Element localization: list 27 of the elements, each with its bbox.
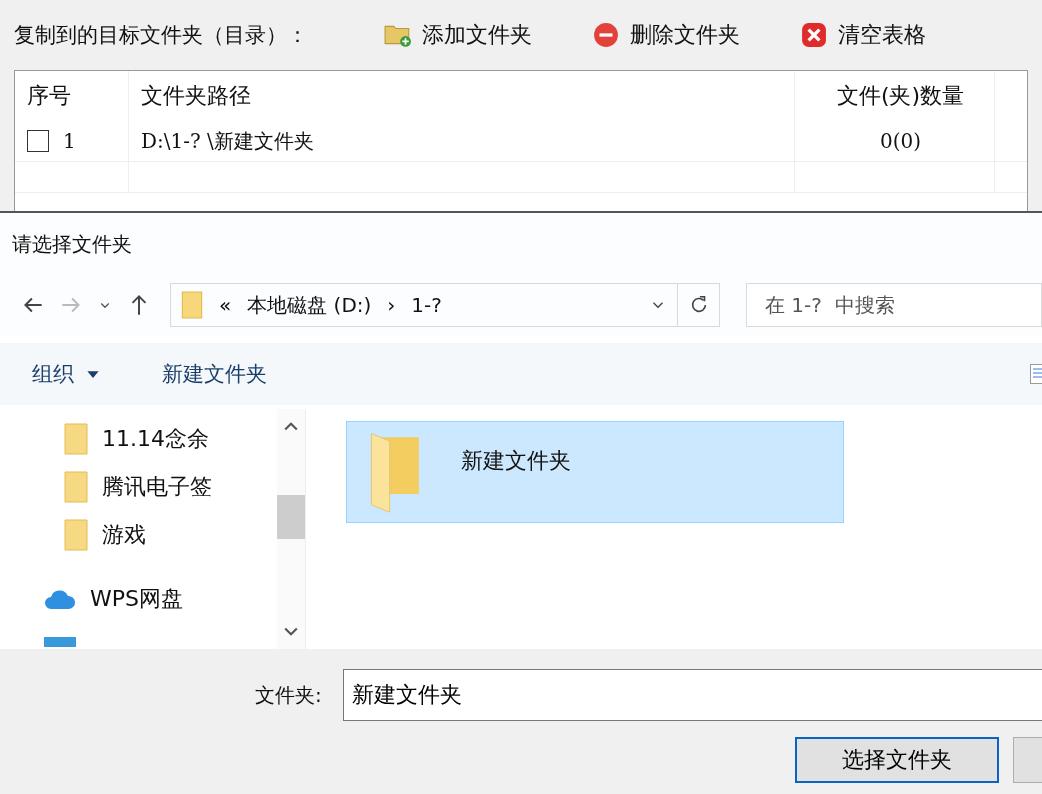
nav-item[interactable]: WPS网盘 (90, 584, 183, 614)
select-folder-button[interactable]: 选择文件夹 (795, 737, 999, 783)
search-field[interactable]: 在 1-? 中搜索 (746, 283, 1042, 327)
breadcrumb-item[interactable]: 1-? (411, 293, 442, 317)
clear-folder-button[interactable]: 清空表格 (800, 20, 926, 50)
target-folder-label: 复制到的目标文件夹（目录）： (14, 22, 309, 49)
breadcrumb-item[interactable]: › (387, 293, 396, 317)
folder-item[interactable]: 新建文件夹 (346, 421, 844, 523)
toolbar-command[interactable]: 新建文件夹 (146, 360, 283, 388)
breadcrumb-item[interactable]: 本地磁盘 (D:) (247, 291, 372, 319)
folder-label: 文件夹: (255, 681, 323, 709)
remove-folder-button[interactable]: 删除文件夹 (592, 20, 740, 50)
add-folder-button[interactable]: 添加文件夹 (384, 20, 532, 50)
breadcrumb-item[interactable]: « (219, 293, 232, 317)
nav-item[interactable]: 11.14念余 (102, 424, 209, 454)
column-header: 文件(夹)数量 (795, 71, 995, 121)
folder-name-field[interactable]: 新建文件夹 (343, 669, 1042, 721)
column-header: 文件夹路径 (129, 71, 795, 121)
nav-item[interactable]: 游戏 (102, 520, 146, 550)
address-bar[interactable]: « 本地磁盘 (D:) › 1-? (170, 283, 678, 327)
dialog-title: 请选择文件夹 (12, 230, 132, 258)
nav-item[interactable]: 腾讯电子签 (102, 472, 212, 502)
column-header: 序号 (15, 71, 129, 121)
table-cell: D:\1-? \新建文件夹 (141, 127, 314, 155)
table-cell: 0(0) (879, 129, 922, 153)
table-cell: 1 (63, 129, 76, 153)
toolbar-command[interactable]: 组织 (16, 360, 116, 388)
